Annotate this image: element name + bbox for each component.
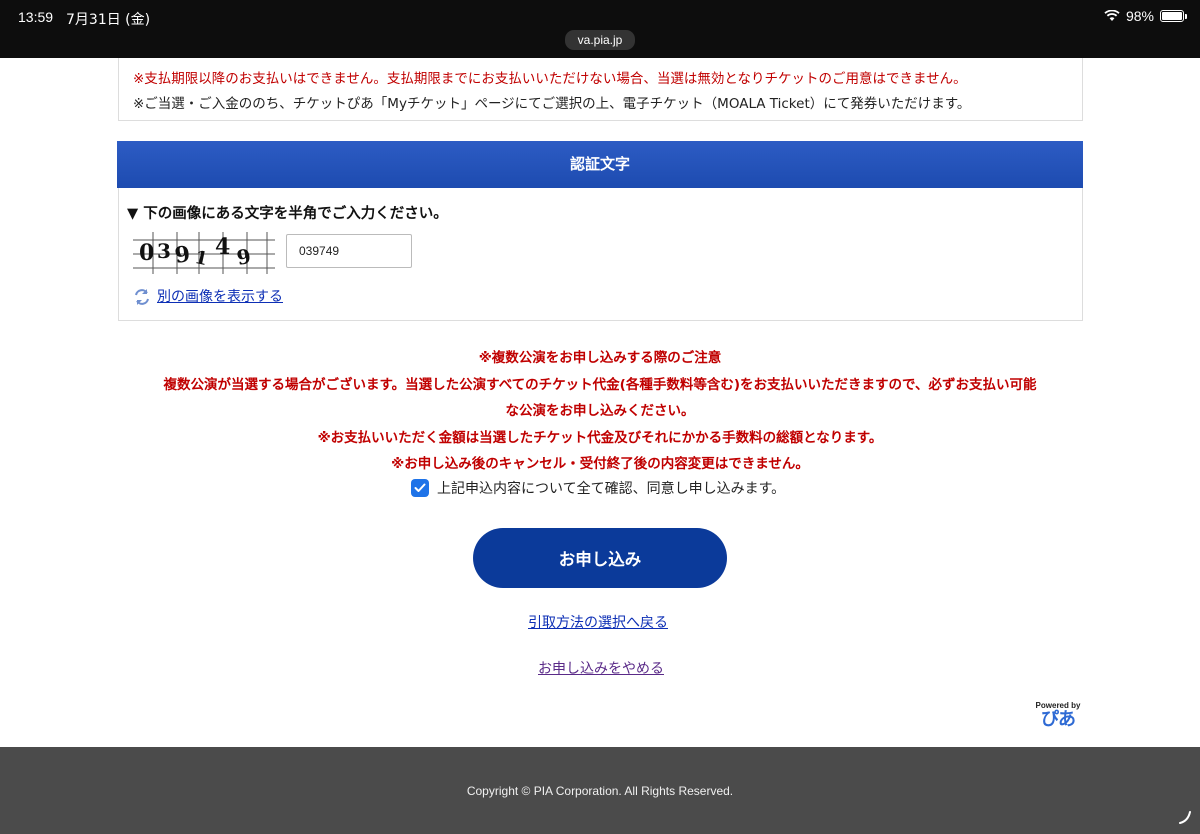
battery-percent: 98% (1125, 8, 1154, 24)
svg-text:0: 0 (139, 240, 154, 266)
payment-notes: ※支払期限以降のお支払いはできません。支払期限までにお支払いいただけない場合、当… (118, 58, 1083, 121)
captcha-section: ▼ 下の画像にある文字を半角でご入力ください。 0 3 9 1 4 9 0397… (118, 188, 1083, 321)
warning-line-4: ※お申し込み後のキャンセル・受付終了後の内容変更はできません。 (391, 456, 809, 472)
submit-button[interactable]: お申し込み (473, 528, 727, 588)
status-time: 13:59 (18, 9, 54, 25)
powered-by-pia: Powered by ぴあ (1033, 701, 1083, 730)
reload-captcha-link[interactable]: 別の画像を表示する (157, 286, 283, 306)
status-bar: 13:59 7月31日 (金) 98% va.pia.jp (0, 0, 1200, 58)
warning-line-3: ※お支払いいただく金額は当選したチケット代金及びそれにかかる手数料の総額となりま… (317, 430, 883, 446)
ticket-issue-note: ※ご当選・ご入金ののち、チケットぴあ「Myチケット」ページにてご選択の上、電子チ… (133, 96, 971, 112)
warning-title: ※複数公演をお申し込みする際のご注意 (478, 350, 722, 366)
captcha-input[interactable] (286, 234, 412, 268)
agree-row[interactable]: 上記申込内容について全て確認、同意し申し込みます。 (411, 478, 785, 498)
warning-line-1: 複数公演が当選する場合がございます。当選した公演すべてのチケット代金(各種手数料… (163, 377, 1037, 393)
svg-text:9: 9 (173, 241, 192, 269)
agree-label[interactable]: 上記申込内容について全て確認、同意し申し込みます。 (437, 478, 785, 498)
svg-text:1: 1 (193, 247, 210, 270)
pia-logo: ぴあ (1041, 709, 1076, 730)
captcha-section-header: 認証文字 (117, 141, 1083, 188)
footer: Copyright © PIA Corporation. All Rights … (0, 747, 1200, 834)
payment-deadline-note: ※支払期限以降のお支払いはできません。支払期限までにお支払いいただけない場合、当… (133, 71, 967, 87)
svg-text:4: 4 (215, 234, 230, 260)
reload-icon[interactable] (133, 288, 151, 306)
battery-icon (1160, 10, 1187, 22)
reload-captcha[interactable]: 別の画像を表示する (133, 286, 283, 306)
cancel-application-link[interactable]: お申し込みをやめる (538, 658, 664, 678)
agree-checkbox[interactable] (411, 479, 429, 497)
status-indicators: 98% (1104, 8, 1187, 24)
svg-text:9: 9 (235, 244, 253, 270)
captcha-instruction: ▼ 下の画像にある文字を半角でご入力ください。 (127, 206, 448, 222)
svg-text:3: 3 (157, 239, 171, 263)
captcha-image: 0 3 9 1 4 9 (133, 232, 275, 274)
warning-line-2: な公演をお申し込みください。 (505, 403, 695, 419)
back-to-pickup-link[interactable]: 引取方法の選択へ戻る (528, 612, 668, 632)
status-date: 7月31日 (金) (66, 12, 151, 28)
battery-level (1162, 12, 1182, 20)
checkmark-icon (414, 483, 426, 492)
resize-handle-icon[interactable] (1178, 810, 1192, 824)
copyright: Copyright © PIA Corporation. All Rights … (466, 784, 734, 798)
url-bar[interactable]: va.pia.jp (565, 30, 635, 50)
wifi-icon (1104, 10, 1120, 21)
